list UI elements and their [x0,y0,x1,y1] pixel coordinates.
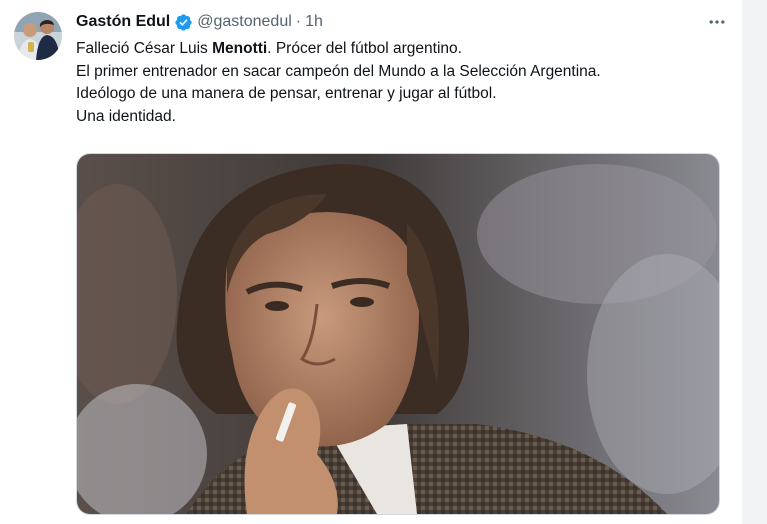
author-handle[interactable]: @gastonedul [197,13,292,31]
author-avatar[interactable] [14,12,62,60]
header-separator: · [295,13,302,30]
tweet-text-line-1: Falleció César Luis Menotti. Prócer del … [76,38,736,61]
tweet-header: Gastón Edul @gastonedul · 1h [76,11,726,33]
more-options-button[interactable] [704,11,730,33]
tweet-photo[interactable] [76,153,720,515]
tweet-timestamp[interactable]: 1h [305,13,323,31]
tweet-text: Falleció César Luis Menotti. Prócer del … [76,38,736,128]
author-name[interactable]: Gastón Edul [76,13,170,31]
page-gutter [742,0,767,524]
tweet[interactable]: Gastón Edul @gastonedul · 1h Falleció Cé… [0,0,742,524]
tweet-text-line-1-pre: Falleció César Luis [76,40,213,57]
tweet-text-line-3: Ideólogo de una manera de pensar, entren… [76,85,497,102]
tweet-text-line-1-post: . Prócer del fútbol argentino. [267,40,462,57]
tweet-text-line-2: El primer entrenador en sacar campeón de… [76,62,601,80]
tweet-text-line-1-bold: Menotti [212,40,268,57]
verified-badge-icon [174,13,193,32]
tweet-text-line-4: Una identidad. [76,107,176,125]
more-horizontal-icon [709,20,725,24]
